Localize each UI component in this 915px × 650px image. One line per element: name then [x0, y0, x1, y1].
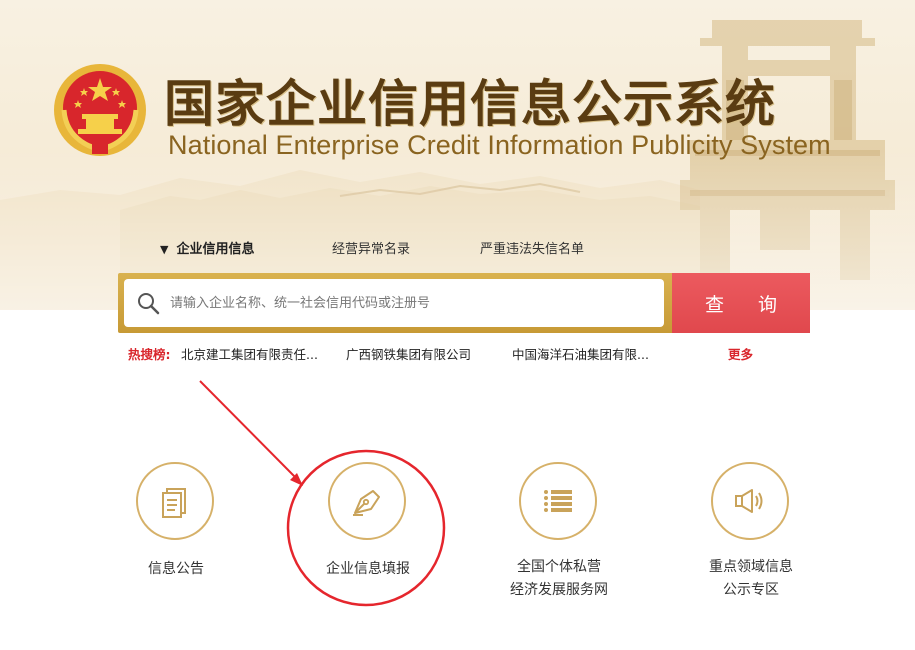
- annotation-arrowhead: [290, 473, 303, 486]
- service-icon-ring: [328, 462, 406, 540]
- service-private-economy-network[interactable]: 全国个体私营 经济发展服务网: [510, 462, 608, 602]
- list-icon: [544, 490, 572, 512]
- service-info-announcement[interactable]: 信息公告: [136, 462, 216, 582]
- tab-enterprise-credit-info[interactable]: ▼ 企业信用信息: [160, 238, 254, 257]
- service-icon-ring: [519, 462, 597, 540]
- hot-search-item[interactable]: 北京建工集团有限责任...: [181, 344, 318, 363]
- search-field-container: [124, 279, 664, 327]
- tab-label: 企业信用信息: [176, 242, 255, 257]
- service-label: 全国个体私营 经济发展服务网: [489, 556, 629, 602]
- service-label: 重点领域信息 公示专区: [681, 556, 821, 602]
- search-input[interactable]: [170, 289, 650, 317]
- service-label-line: 重点领域信息: [709, 559, 793, 575]
- tab-serious-violation-list[interactable]: 严重违法失信名单: [480, 238, 584, 257]
- hot-search-label: 热搜榜:: [128, 347, 171, 362]
- national-emblem-icon: [52, 62, 148, 158]
- search-icon: [136, 291, 160, 319]
- service-enterprise-info-report[interactable]: 企业信息填报: [326, 462, 410, 582]
- page-subtitle: National Enterprise Credit Information P…: [168, 130, 831, 160]
- service-icon-ring: [136, 462, 214, 540]
- tab-label: 严重违法失信名单: [480, 242, 585, 257]
- service-icon-ring: [711, 462, 789, 540]
- tab-abnormal-operation-list[interactable]: 经营异常名录: [332, 238, 410, 257]
- more-link[interactable]: 更多: [728, 344, 753, 363]
- speaker-icon: [735, 489, 763, 513]
- service-label: 企业信息填报: [326, 561, 410, 577]
- hot-search-item[interactable]: 广西钢铁集团有限公司: [346, 344, 471, 363]
- hot-search-item[interactable]: 中国海洋石油集团有限...: [512, 344, 649, 363]
- search-button[interactable]: 查 询: [672, 273, 810, 333]
- service-key-areas-info[interactable]: 重点领域信息 公示专区: [709, 462, 793, 602]
- service-label: 信息公告: [148, 561, 204, 577]
- dropdown-arrow-icon: ▼: [160, 243, 169, 256]
- tab-label: 经营异常名录: [332, 242, 411, 257]
- search-bar: 查 询: [118, 273, 810, 333]
- pen-nib-icon: [353, 490, 380, 516]
- page-title: 国家企业信用信息公示系统: [164, 75, 776, 133]
- service-label-line: 全国个体私营: [517, 559, 601, 575]
- document-icon: [162, 488, 186, 518]
- service-label-line: 公示专区: [723, 582, 779, 598]
- service-label-line: 经济发展服务网: [510, 582, 608, 598]
